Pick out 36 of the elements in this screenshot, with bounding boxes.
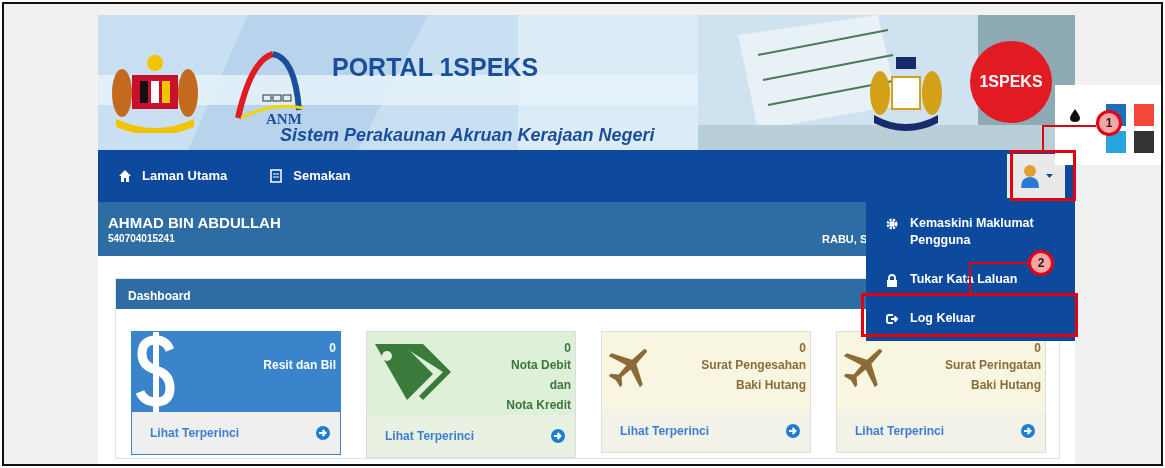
nav-link[interactable]: Laman Utama bbox=[118, 166, 228, 186]
gear-icon bbox=[886, 218, 898, 231]
card-label: Nota Debit dan Nota Kredit bbox=[506, 357, 571, 414]
user-menu-button[interactable] bbox=[1007, 154, 1065, 198]
details-link[interactable]: Lihat Terperinci bbox=[620, 422, 710, 440]
dollar-icon bbox=[136, 332, 176, 412]
count-text: 0 bbox=[1033, 341, 1041, 355]
count-text: 0 bbox=[328, 341, 336, 355]
count-text: 0 bbox=[563, 341, 571, 355]
caret-icon bbox=[1045, 174, 1053, 178]
card-label: Surat Peringatan Baki Hutang bbox=[944, 357, 1041, 394]
person-icon bbox=[1019, 164, 1040, 188]
count-text: 0 bbox=[798, 341, 806, 355]
color-swatch[interactable] bbox=[1134, 131, 1154, 153]
highlight-overlay bbox=[1010, 150, 1076, 201]
nav-link[interactable]: Semakan bbox=[269, 166, 351, 186]
document-icon bbox=[269, 169, 284, 183]
leader-line bbox=[1042, 125, 1098, 151]
sign-out-icon bbox=[886, 313, 898, 326]
card-label: Surat Pengesahan Baki Hutang bbox=[701, 357, 806, 394]
arrow-circle-icon bbox=[316, 426, 330, 440]
details-link[interactable]: Lihat Terperinci bbox=[385, 427, 475, 445]
banner-title: PORTAL 1SPEKS bbox=[332, 52, 539, 83]
details-link[interactable]: Lihat Terperinci bbox=[150, 424, 240, 442]
arrow-circle-icon bbox=[551, 429, 565, 443]
user-name: AHMAD BIN ABDULLAH bbox=[108, 214, 281, 231]
user-id: 540704015241 bbox=[108, 232, 175, 246]
drop-icon bbox=[1070, 109, 1080, 122]
arrow-circle-icon bbox=[1021, 424, 1035, 438]
card-label: Resit dan Bil bbox=[263, 357, 336, 374]
color-swatch[interactable] bbox=[1134, 104, 1154, 126]
details-link[interactable]: Lihat Terperinci bbox=[855, 422, 945, 440]
home-icon bbox=[118, 169, 132, 183]
lock-icon bbox=[886, 274, 898, 287]
color-swatch[interactable] bbox=[1106, 131, 1126, 153]
arrow-circle-icon bbox=[786, 424, 800, 438]
